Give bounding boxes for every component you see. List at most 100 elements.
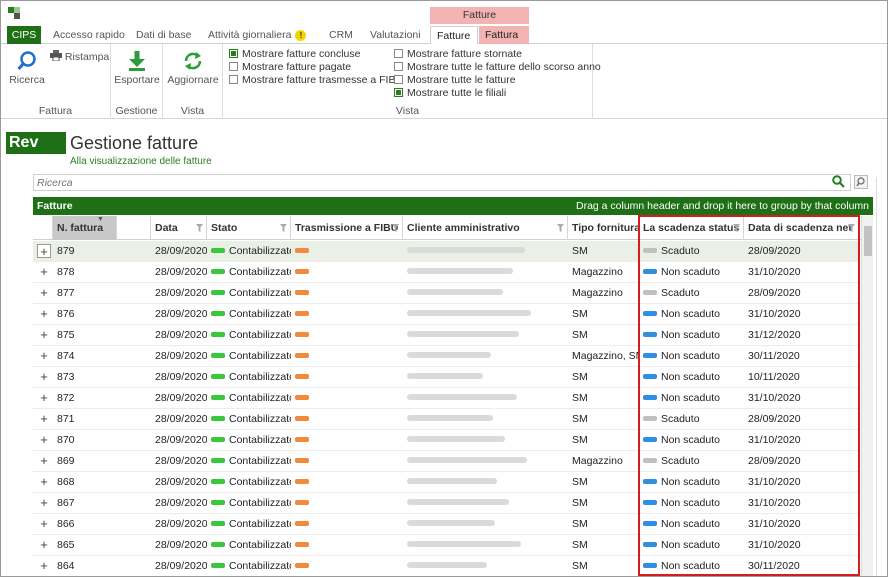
table-row[interactable]: +875 28/09/2020 Contabilizzato SM Non scadut… (33, 325, 859, 346)
group-label-gestione: Gestione (115, 105, 158, 117)
expand-icon[interactable]: + (37, 244, 51, 258)
table-row[interactable]: +871 28/09/2020 Contabilizzato SM Scaduto 28/… (33, 409, 859, 430)
cell-scadenza-label: Non scaduto (661, 371, 720, 383)
filter-icon[interactable] (280, 224, 287, 232)
expand-icon[interactable]: + (37, 517, 51, 531)
table-row[interactable]: +869 28/09/2020 Contabilizzato Magazzino Sca… (33, 451, 859, 472)
table-row[interactable]: +873 28/09/2020 Contabilizzato SM Non scadut… (33, 367, 859, 388)
cell-tipo-fornitura: SM (572, 434, 588, 446)
chk-tutte-filiali[interactable]: Mostrare tutte le filiali (394, 87, 506, 99)
cell-stato: Contabilizzato (207, 241, 291, 262)
cell-scadenza-status: Non scaduto (639, 493, 744, 514)
tab-dati-di-base[interactable]: Dati di base (130, 26, 197, 44)
esportare-button[interactable]: Esportare (113, 50, 161, 86)
table-row[interactable]: +864 28/09/2020 Contabilizzato SM Non scadut… (33, 556, 859, 576)
vertical-scrollbar[interactable] (861, 216, 873, 576)
cell-stato-label: Contabilizzato (229, 539, 291, 551)
table-row[interactable]: +878 28/09/2020 Contabilizzato Magazzino Non… (33, 262, 859, 283)
cell-stato-label: Contabilizzato (229, 455, 291, 467)
expand-icon[interactable]: + (37, 454, 51, 468)
redacted-text (407, 394, 517, 400)
search-input[interactable] (34, 175, 814, 190)
expand-icon[interactable]: + (37, 475, 51, 489)
table-row[interactable]: +872 28/09/2020 Contabilizzato SM Non scadut… (33, 388, 859, 409)
chk-fatture-stornate-label: Mostrare fatture stornate (407, 48, 522, 60)
tab-cips[interactable]: CIPS (7, 26, 41, 44)
expand-icon[interactable]: + (37, 391, 51, 405)
printer-icon (50, 50, 62, 62)
table-row[interactable]: +867 28/09/2020 Contabilizzato SM Non scadut… (33, 493, 859, 514)
chk-fatture-fibu[interactable]: Mostrare fatture trasmesse a FIBU (229, 74, 403, 86)
table-row[interactable]: +877 28/09/2020 Contabilizzato Magazzino Sca… (33, 283, 859, 304)
header-trasmissione-fibu[interactable]: Trasmissione a FIBU (291, 216, 403, 240)
fibu-orange-icon (295, 563, 309, 568)
expand-icon[interactable]: + (37, 349, 51, 363)
table-row[interactable]: +876 28/09/2020 Contabilizzato SM Non scadut… (33, 304, 859, 325)
chk-fatture-concluse[interactable]: Mostrare fatture concluse (229, 48, 360, 60)
table-row[interactable]: +865 28/09/2020 Contabilizzato SM Non scadut… (33, 535, 859, 556)
cell-scadenza-label: Scaduto (661, 455, 700, 467)
table-row[interactable]: +866 28/09/2020 Contabilizzato SM Non scadut… (33, 514, 859, 535)
filter-icon[interactable] (392, 224, 399, 232)
tab-attivita-giornaliera[interactable]: Attività giornaliera! (202, 26, 312, 44)
table-row[interactable]: +879 28/09/2020 Contabilizzato SM Scaduto 28/… (33, 241, 859, 262)
chk-tutte-fatture[interactable]: Mostrare tutte le fatture (394, 74, 516, 86)
chk-scorso-anno[interactable]: Mostrare tutte le fatture dello scorso a… (394, 61, 601, 73)
expand-icon[interactable]: + (37, 307, 51, 321)
expand-icon[interactable]: + (37, 328, 51, 342)
chk-fatture-stornate[interactable]: Mostrare fatture stornate (394, 48, 522, 60)
filter-icon[interactable] (196, 224, 203, 232)
table-row[interactable]: +874 28/09/2020 Contabilizzato Magazzino, S… (33, 346, 859, 367)
fibu-orange-icon (295, 416, 309, 421)
table-row[interactable]: +868 28/09/2020 Contabilizzato SM Non scadut… (33, 472, 859, 493)
tab-accesso-rapido[interactable]: Accesso rapido (47, 26, 131, 44)
expand-icon[interactable]: + (37, 538, 51, 552)
tab-fatture[interactable]: Fatture (430, 26, 478, 45)
expand-icon[interactable]: + (37, 370, 51, 384)
expand-icon[interactable]: + (37, 265, 51, 279)
header-scadenza-status[interactable]: La scadenza status (639, 216, 744, 240)
filter-icon[interactable] (557, 224, 564, 232)
fibu-orange-icon (295, 248, 309, 253)
advanced-search-icon[interactable] (854, 175, 868, 189)
filter-icon[interactable] (733, 224, 740, 232)
tab-valutazioni[interactable]: Valutazioni (364, 26, 427, 44)
search-icon[interactable] (832, 175, 845, 188)
scrollbar-thumb[interactable] (864, 226, 872, 256)
chk-fatture-concluse-label: Mostrare fatture concluse (242, 48, 361, 60)
cell-scadenza-label: Non scaduto (661, 392, 720, 404)
search-icon (17, 51, 36, 71)
checkbox-unchecked-icon (394, 49, 403, 58)
header-stato[interactable]: Stato (207, 216, 291, 240)
header-data[interactable]: Data (151, 216, 207, 240)
header-cliente-amministrativo[interactable]: Cliente amministrativo (403, 216, 568, 240)
ricerca-button[interactable]: Ricerca (7, 50, 47, 86)
ristampa-button[interactable]: Ristampa (50, 50, 109, 63)
header-tipo-fornitura[interactable]: Tipo fornitura (568, 216, 639, 240)
header-n-fattura[interactable]: ▼ N. fattura (53, 216, 117, 240)
ribbon-tabs: CIPS Accesso rapido Dati di base Attivit… (1, 26, 887, 45)
cell-tipo-fornitura: SM (572, 308, 588, 320)
expand-icon[interactable]: + (37, 433, 51, 447)
filter-icon[interactable] (848, 224, 855, 232)
cell-data-scadenza: 30/11/2020 (748, 350, 800, 362)
cell-cliente (403, 451, 568, 472)
cell-fibu (291, 514, 403, 535)
tab-crm[interactable]: CRM (323, 26, 359, 44)
cell-cliente (403, 409, 568, 430)
cell-n-fattura: 868 (57, 476, 75, 488)
tab-fattura[interactable]: Fattura (479, 26, 529, 44)
table-row[interactable]: +870 28/09/2020 Contabilizzato SM Non scadut… (33, 430, 859, 451)
expand-icon[interactable]: + (37, 559, 51, 573)
header-data-scadenza-net[interactable]: Data di scadenza net (744, 216, 859, 240)
expand-icon[interactable]: + (37, 496, 51, 510)
chk-scorso-anno-label: Mostrare tutte le fatture dello scorso a… (407, 61, 601, 73)
tab-attivita-giornaliera-label: Attività giornaliera (208, 29, 292, 41)
grid-group-bar[interactable]: Fatture Drag a column header and drop it… (33, 197, 873, 215)
chk-fatture-pagate[interactable]: Mostrare fatture pagate (229, 61, 351, 73)
aggiornare-button[interactable]: Aggiornare (167, 50, 219, 86)
redacted-text (407, 541, 521, 547)
side-divider (876, 177, 880, 576)
expand-icon[interactable]: + (37, 412, 51, 426)
expand-icon[interactable]: + (37, 286, 51, 300)
